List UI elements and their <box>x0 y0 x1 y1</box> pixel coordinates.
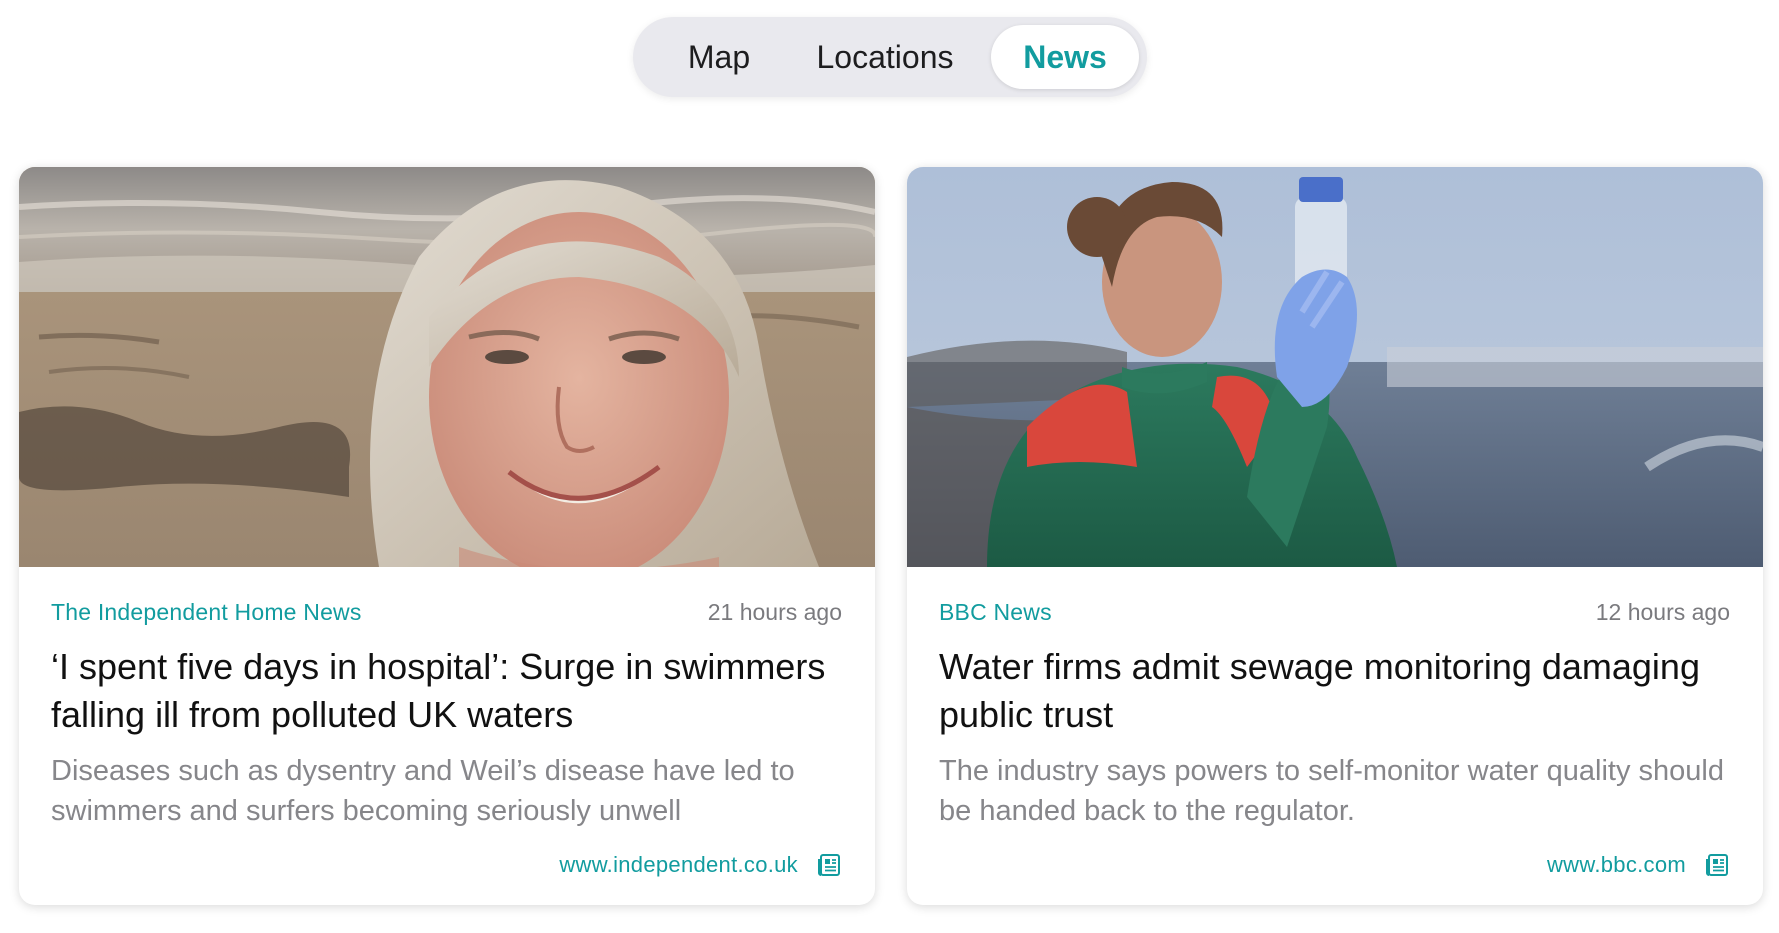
article-source: The Independent Home News <box>51 599 362 625</box>
article-photo <box>907 167 1763 567</box>
tab-news[interactable]: News <box>991 25 1139 89</box>
tab-map[interactable]: Map <box>659 25 779 89</box>
news-card[interactable]: The Independent Home News 21 hours ago ‘… <box>19 167 875 905</box>
article-description: Diseases such as dysentry and Weil’s dis… <box>51 755 795 827</box>
article-link[interactable]: www.bbc.com <box>1547 852 1686 878</box>
article-headline[interactable]: Water firms admit sewage monitoring dama… <box>939 643 1730 739</box>
news-card[interactable]: BBC News 12 hours ago Water firms admit … <box>907 167 1763 905</box>
article-headline[interactable]: ‘I spent five days in hospital’: Surge i… <box>51 643 842 739</box>
tab-locations[interactable]: Locations <box>795 25 975 89</box>
newspaper-icon[interactable] <box>1704 852 1730 878</box>
newspaper-icon[interactable] <box>816 852 842 878</box>
article-link[interactable]: www.independent.co.uk <box>559 852 798 878</box>
segmented-control: Map Locations News <box>633 17 1147 97</box>
article-photo <box>19 167 875 567</box>
article-time: 21 hours ago <box>707 599 842 625</box>
article-description: The industry says powers to self-monitor… <box>939 755 1724 827</box>
article-time: 12 hours ago <box>1595 599 1730 625</box>
article-source: BBC News <box>939 599 1052 625</box>
